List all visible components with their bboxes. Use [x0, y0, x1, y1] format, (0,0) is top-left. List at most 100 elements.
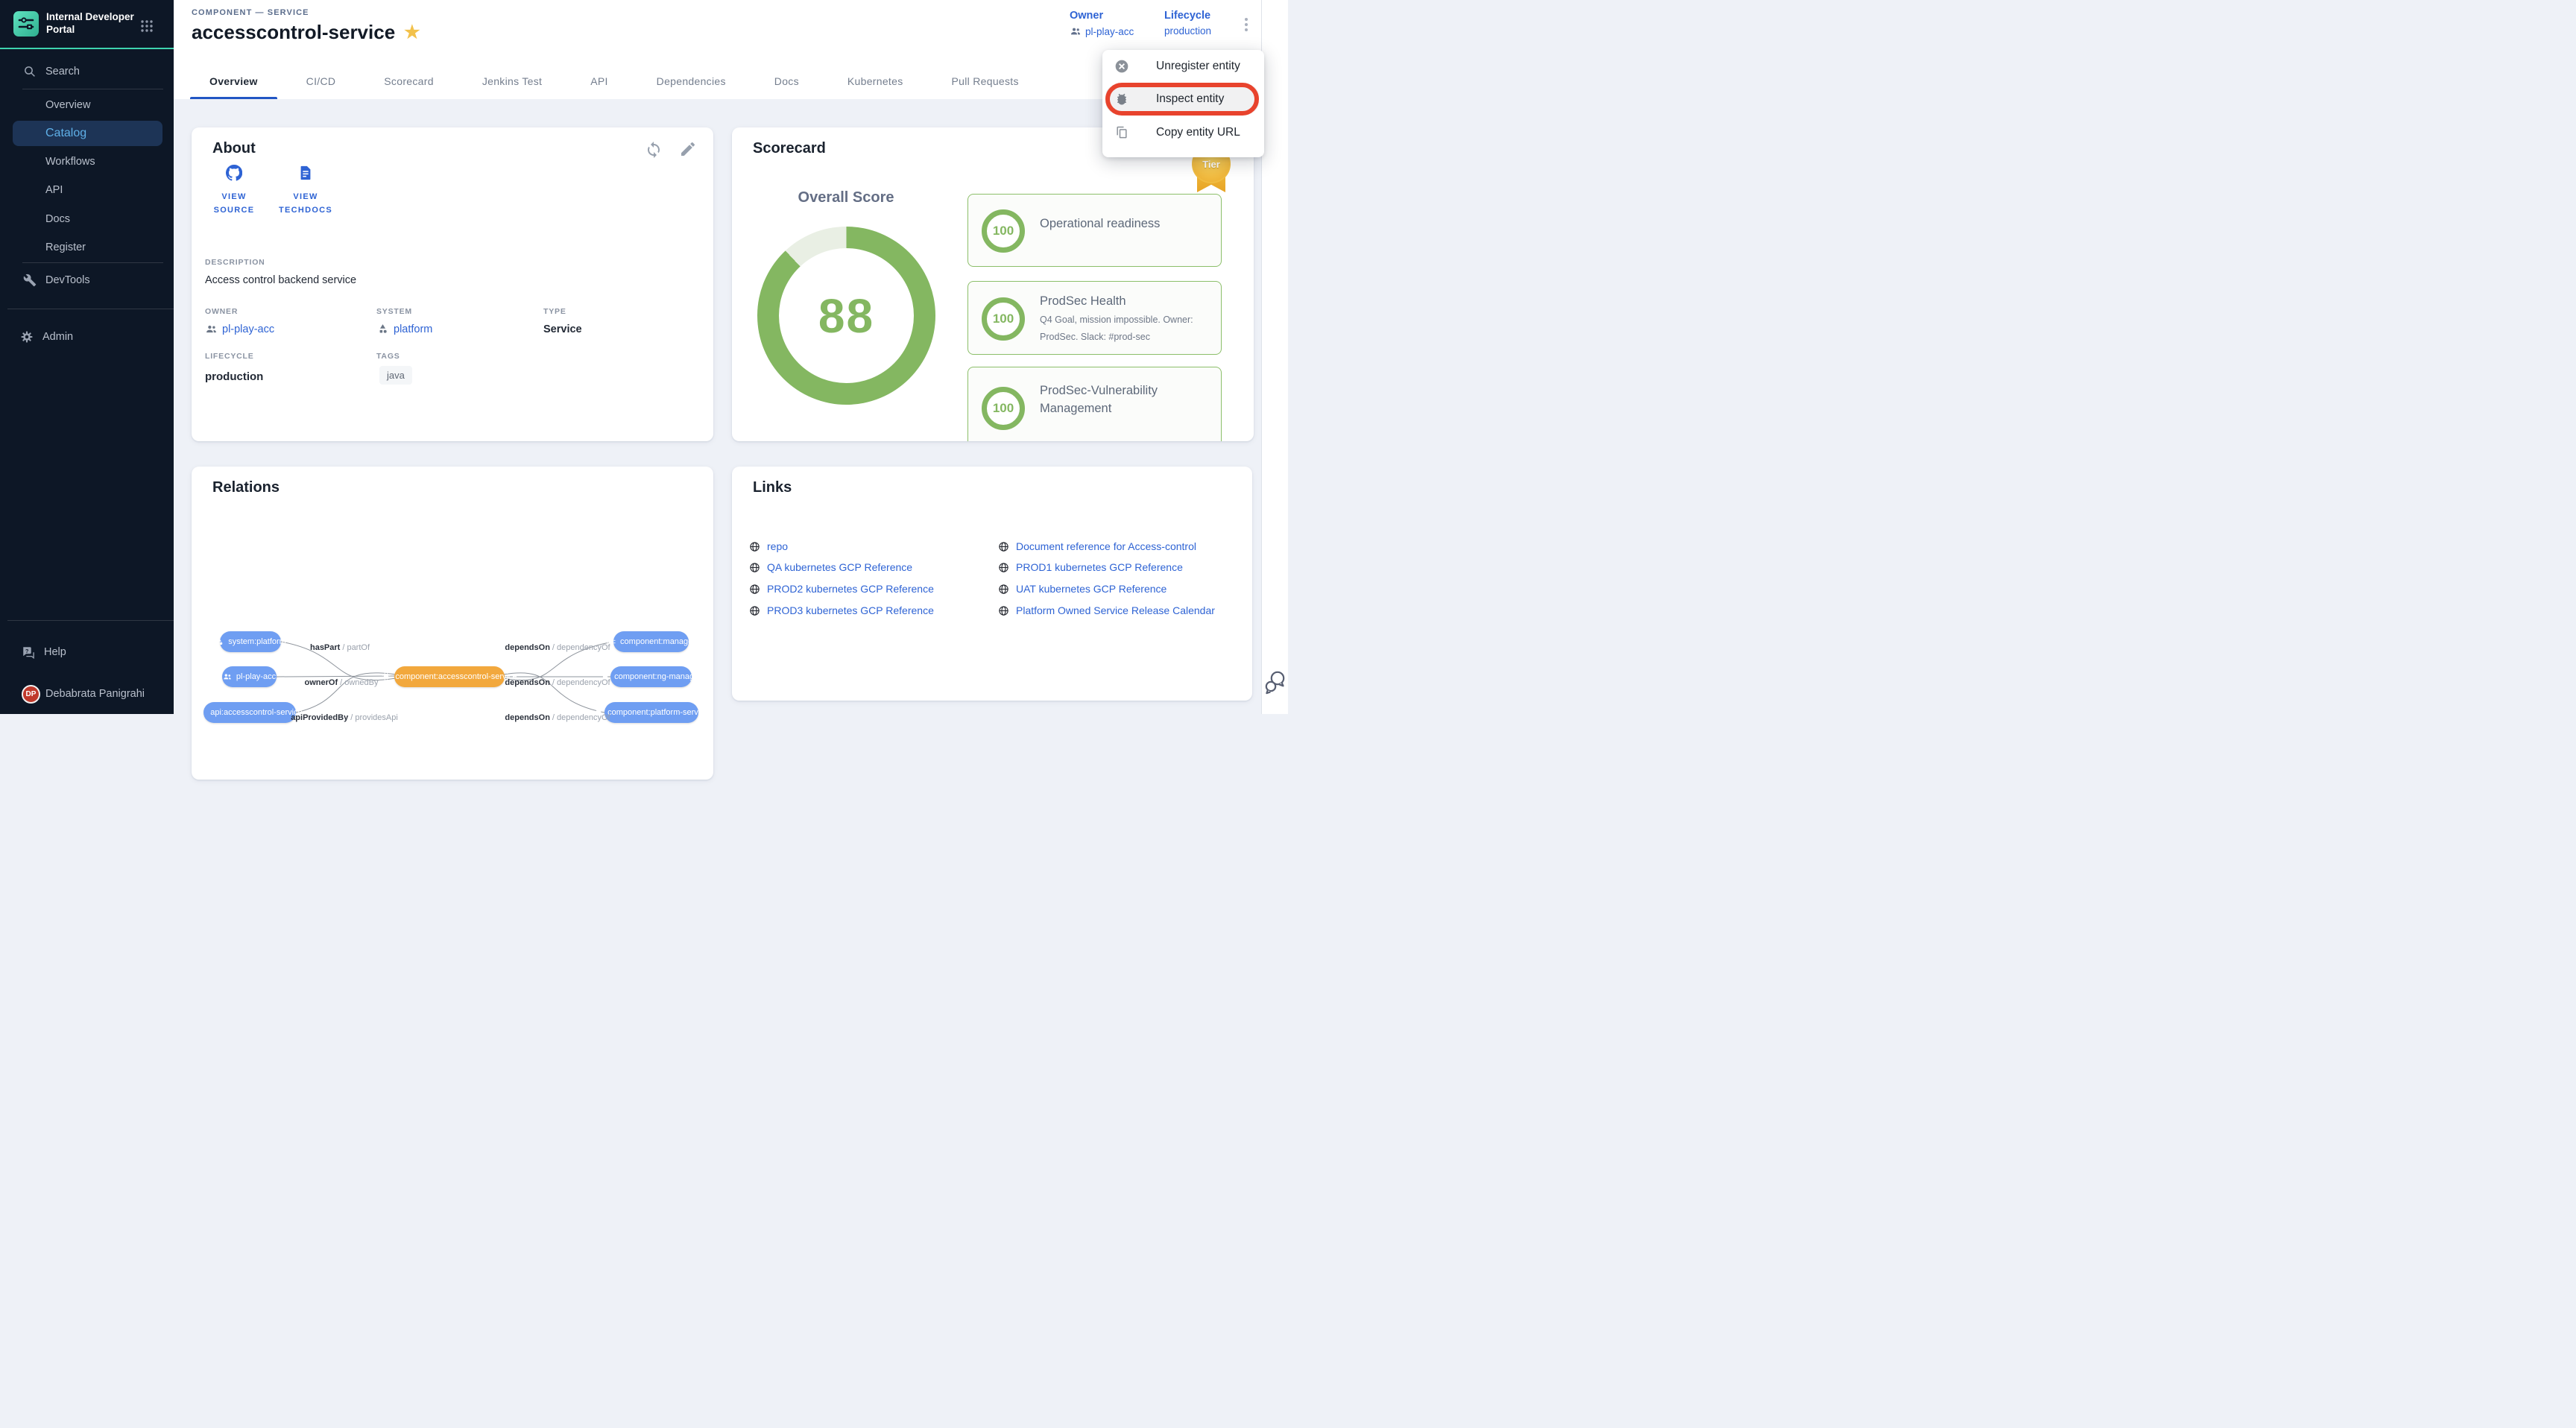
relations-card: Relations system:platform pl-play-acc ap…	[192, 467, 713, 780]
lifecycle-value: production	[1164, 25, 1211, 37]
globe-icon	[749, 541, 760, 552]
sidebar-item-help[interactable]: ? Help	[0, 642, 174, 663]
sidebar-item-label: Docs	[45, 213, 70, 225]
relation-node-api-accesscontrol-service[interactable]: api:accesscontrol-service	[203, 702, 296, 723]
right-rail	[1261, 0, 1288, 714]
type-field-label: TYPE	[543, 307, 566, 316]
menu-item-unregister-entity[interactable]: Unregister entity	[1102, 51, 1264, 81]
group-icon	[1070, 25, 1082, 37]
tags-field-label: TAGS	[376, 352, 400, 361]
app-logo-icon	[13, 11, 39, 37]
sidebar-item-overview[interactable]: Overview	[0, 95, 174, 116]
node-label: pl-play-acc	[236, 672, 276, 681]
tab-kubernetes[interactable]: Kubernetes	[828, 63, 923, 99]
node-label: component:platform-service	[607, 708, 709, 717]
link-label: repo	[767, 540, 788, 552]
tab-pull-requests[interactable]: Pull Requests	[932, 63, 1038, 99]
edit-pencil-icon[interactable]	[679, 140, 697, 158]
lifecycle-label: Lifecycle	[1164, 10, 1211, 22]
more-options-button[interactable]	[1237, 15, 1255, 34]
tag-chip[interactable]: java	[379, 366, 412, 385]
scorecard-item-operational-readiness[interactable]: 100 Operational readiness	[967, 194, 1222, 267]
svg-text:?: ?	[25, 648, 29, 654]
page-title: accesscontrol-service ★	[192, 21, 420, 44]
sidebar-header: Internal Developer Portal	[0, 0, 174, 49]
sidebar-item-docs[interactable]: Docs	[0, 209, 174, 230]
node-label: component:manager	[620, 637, 695, 646]
link-prod1-kubernetes[interactable]: PROD1 kubernetes GCP Reference	[998, 561, 1183, 573]
sidebar-item-devtools[interactable]: DevTools	[0, 270, 174, 291]
link-release-calendar[interactable]: Platform Owned Service Release Calendar	[998, 604, 1215, 616]
link-repo[interactable]: repo	[749, 540, 788, 552]
tab-scorecard[interactable]: Scorecard	[364, 63, 453, 99]
cancel-circle-icon	[1114, 59, 1129, 74]
edge-label-dependson-3: dependsOn/ dependencyOf	[505, 713, 610, 722]
component-chip-icon	[382, 672, 391, 681]
owner-field-link[interactable]: pl-play-acc	[205, 323, 274, 335]
group-icon	[205, 323, 218, 335]
avatar: DP	[22, 685, 40, 704]
sidebar-item-catalog[interactable]: Catalog	[13, 121, 162, 146]
edge-label-haspart: hasPart/ partOf	[310, 643, 370, 652]
app-grid-icon[interactable]	[140, 19, 154, 33]
view-source-line1: VIEW	[221, 190, 246, 203]
view-techdocs-link[interactable]: VIEW TECHDOCS	[275, 165, 336, 217]
link-document-reference[interactable]: Document reference for Access-control	[998, 540, 1196, 552]
sidebar-user[interactable]: DP Debabrata Panigrahi	[0, 683, 174, 705]
score-ring: 100	[982, 297, 1025, 341]
chat-support-icon[interactable]	[1264, 669, 1287, 697]
menu-item-inspect-entity[interactable]: Inspect entity	[1105, 84, 1259, 114]
owner-link[interactable]: pl-play-acc	[1070, 25, 1134, 37]
relation-node-component-ng-manager[interactable]: component:ng-manager	[610, 666, 692, 687]
sidebar-item-admin[interactable]: Admin	[0, 326, 174, 347]
view-source-line2: SOURCE	[214, 203, 255, 217]
description-label: DESCRIPTION	[205, 258, 265, 267]
help-chat-icon: ?	[22, 645, 35, 659]
relation-node-system-platform[interactable]: system:platform	[220, 631, 281, 652]
link-prod3-kubernetes[interactable]: PROD3 kubernetes GCP Reference	[749, 604, 934, 616]
edge-label-apiprovidedby: apiProvidedBy/ providesApi	[291, 713, 398, 722]
lifecycle-field-value: production	[205, 370, 263, 383]
node-label: component:ng-manager	[614, 672, 701, 681]
tab-cicd[interactable]: CI/CD	[287, 63, 356, 99]
system-field-label: SYSTEM	[376, 307, 412, 316]
relation-node-pl-play-acc[interactable]: pl-play-acc	[222, 666, 277, 687]
about-card-title: About	[212, 140, 256, 157]
tab-overview[interactable]: Overview	[190, 63, 277, 99]
sidebar-item-api[interactable]: API	[0, 180, 174, 200]
system-field-link[interactable]: platform	[376, 323, 432, 335]
links-card: Links repo QA kubernetes GCP Reference P…	[732, 467, 1252, 701]
relation-node-component-accesscontrol-service[interactable]: component:accesscontrol-service	[394, 666, 505, 687]
tab-jenkins-test[interactable]: Jenkins Test	[463, 63, 561, 99]
refresh-icon[interactable]	[645, 140, 663, 158]
link-label: QA kubernetes GCP Reference	[767, 561, 912, 573]
sidebar-item-register[interactable]: Register	[0, 237, 174, 258]
relation-node-component-platform-service[interactable]: component:platform-service	[604, 702, 698, 723]
tab-api[interactable]: API	[571, 63, 627, 99]
sidebar-item-label: Admin	[42, 331, 73, 343]
lifecycle-meta: Lifecycle production	[1164, 10, 1211, 37]
sidebar-item-search[interactable]: Search	[0, 61, 174, 82]
link-qa-kubernetes[interactable]: QA kubernetes GCP Reference	[749, 561, 912, 573]
scorecard-item-prodsec-health[interactable]: 100 ProdSec Health Q4 Goal, mission impo…	[967, 281, 1222, 355]
lifecycle-field-label: LIFECYCLE	[205, 352, 254, 361]
sidebar-item-workflows[interactable]: Workflows	[0, 151, 174, 172]
tab-docs[interactable]: Docs	[755, 63, 818, 99]
sidebar-item-label: Search	[45, 66, 80, 78]
entity-tabs: Overview CI/CD Scorecard Jenkins Test AP…	[190, 63, 1048, 99]
scorecard-item-prodsec-vulnerability[interactable]: 100 ProdSec-Vulnerability Management	[967, 367, 1222, 441]
menu-item-copy-entity-url[interactable]: Copy entity URL	[1102, 118, 1264, 148]
link-uat-kubernetes[interactable]: UAT kubernetes GCP Reference	[998, 583, 1167, 595]
owner-label: Owner	[1070, 10, 1134, 22]
edge-label-dependson-2: dependsOn/ dependencyOf	[505, 678, 610, 687]
search-icon	[23, 65, 37, 78]
sidebar-divider	[7, 620, 174, 621]
link-prod2-kubernetes[interactable]: PROD2 kubernetes GCP Reference	[749, 583, 934, 595]
relation-node-component-manager[interactable]: component:manager	[613, 631, 689, 652]
view-source-link[interactable]: VIEW SOURCE	[203, 165, 265, 217]
tab-dependencies[interactable]: Dependencies	[637, 63, 745, 99]
score-description: Q4 Goal, mission impossible. Owner: Prod…	[1040, 312, 1217, 345]
favorite-star-icon[interactable]: ★	[404, 24, 420, 42]
system-field-value: platform	[394, 323, 432, 335]
score-title: ProdSec-Vulnerability Management	[1040, 382, 1213, 418]
